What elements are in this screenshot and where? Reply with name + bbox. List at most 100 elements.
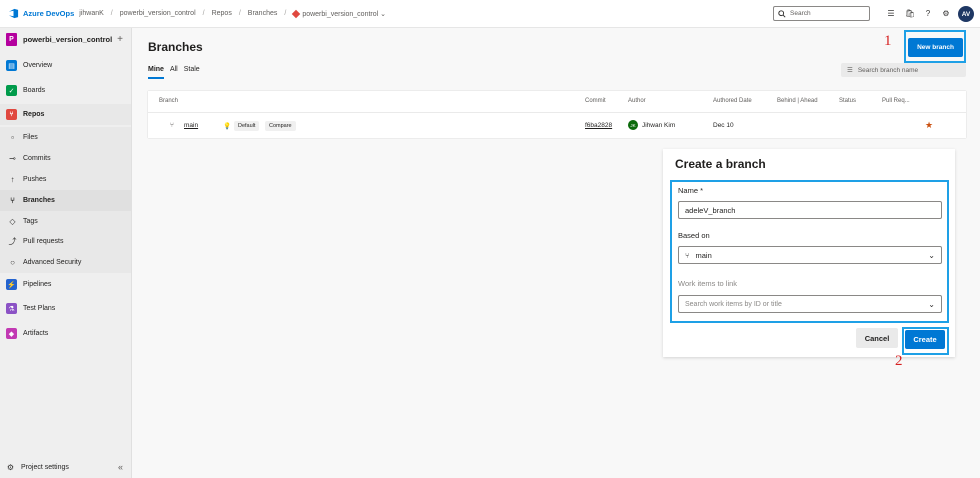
sidebar-item-label: Branches [23,197,55,204]
sidebar-item-tags[interactable]: ◇ Tags [0,211,131,232]
sidebar-item-label: Overview [23,62,53,69]
help-icon[interactable]: ? [923,8,933,18]
repo-icon [292,9,301,18]
dialog-title: Create a branch [675,157,766,171]
search-icon [778,9,786,18]
sidebar-item-branches[interactable]: ⑂ Branches [0,190,131,211]
project-name: powerbi_version_control [23,34,113,44]
org-link[interactable]: jihwanK [79,10,104,17]
sidebar-item-artifacts[interactable]: ◆ Artifacts [0,323,131,344]
branch-search-input[interactable]: ☰ Search branch name [841,63,966,77]
author-avatar: JK [628,120,638,130]
breadcrumb-branches[interactable]: Branches [248,10,278,17]
cancel-button[interactable]: Cancel [856,328,898,348]
based-on-value: main [695,250,712,260]
create-button[interactable]: Create [905,330,945,349]
annotation-step-1: 1 [884,33,892,49]
compare-tag[interactable]: Compare [265,121,296,131]
sidebar-item-test-plans[interactable]: ⚗ Test Plans [0,298,131,319]
commit-link[interactable]: f6ba2828 [585,122,612,129]
sidebar-item-advanced-security[interactable]: ○ Advanced Security [0,252,131,273]
work-items-label: Work items to link [678,279,738,288]
repo-selector[interactable]: powerbi_version_control ⌄ [292,9,386,18]
work-items-placeholder: Search work items by ID or title [685,300,782,308]
sidebar-item-label: Pipelines [23,281,52,288]
task-list-icon[interactable]: ☰ [886,8,896,18]
project-settings[interactable]: ⚙ Project settings « [0,456,131,478]
artifacts-icon: ◆ [6,328,17,339]
sidebar-item-label: Boards [23,87,46,94]
sidebar-item-label: Repos [23,111,45,118]
sidebar-item-label: Files [23,134,38,141]
favorite-star-icon[interactable]: ★ [925,120,933,131]
breadcrumb-separator: / [238,10,241,17]
column-header[interactable]: Behind | Ahead [777,98,818,104]
chevron-down-icon: ⌄ [928,250,935,260]
file-icon: ▫ [11,133,14,142]
project-badge: P [6,32,17,46]
sidebar-item-label: Test Plans [23,305,56,312]
repos-icon: ⑂ [6,109,17,120]
sidebar-item-pull-requests[interactable]: ⤴ Pull requests [0,231,131,252]
branch-pivots: Mine All Stale [148,66,200,79]
author-name: Jihwan Kim [642,122,676,129]
annotation-step-2: 2 [895,353,903,369]
column-header[interactable]: Pull Req... [882,98,910,104]
repo-name: powerbi_version_control [302,10,379,18]
column-header[interactable]: Authored Date [713,98,752,104]
new-branch-button[interactable]: New branch [908,38,963,57]
sidebar-item-repos[interactable]: ⑂ Repos [0,104,131,125]
project-settings-label: Project settings [21,463,69,471]
based-on-label: Based on [678,231,710,240]
user-settings-icon[interactable]: ⚙ [941,8,951,18]
column-header[interactable]: Status [839,98,856,104]
tab-mine[interactable]: Mine [148,66,164,79]
breadcrumb-separator: / [202,10,205,17]
sidebar-item-label: Artifacts [23,330,49,337]
azure-devops-logo-icon[interactable] [8,8,19,19]
column-header[interactable]: Branch [159,98,178,104]
branch-name-link[interactable]: main [184,122,198,129]
work-items-select[interactable]: Search work items by ID or title ⌄ [678,295,942,313]
shopping-bag-icon[interactable]: 🛍 [905,8,915,18]
based-on-select[interactable]: ⑂ main ⌄ [678,246,942,264]
column-header[interactable]: Commit [585,98,606,104]
breadcrumb-separator: / [110,10,113,17]
sidebar-item-commits[interactable]: ⊸ Commits [0,148,131,169]
branches-table: Branch Commit Author Authored Date Behin… [148,91,966,138]
pull-request-icon: ⤴ [8,237,17,246]
breadcrumb-repos[interactable]: Repos [212,10,232,17]
authored-date: Dec 10 [713,122,734,129]
table-divider [148,112,966,113]
search-input[interactable]: Search [773,6,870,21]
tab-all[interactable]: All [170,66,178,79]
sidebar-item-boards[interactable]: ✓ Boards [0,80,131,101]
search-placeholder: Search [790,10,811,17]
page-title: Branches [148,40,203,54]
lightbulb-icon[interactable]: 💡 [223,122,231,130]
branch-name-field[interactable]: adeleV_branch [678,201,942,219]
sidebar-item-label: Pushes [23,176,47,183]
sidebar-item-overview[interactable]: ▤ Overview [0,55,131,76]
create-branch-dialog: Create a branch Name * adeleV_branch Bas… [663,149,955,357]
tab-stale[interactable]: Stale [184,66,200,79]
sidebar-item-label: Commits [23,155,51,162]
gear-icon: ⚙ [6,462,15,472]
brand-link[interactable]: Azure DevOps [23,9,74,18]
collapse-sidebar-icon[interactable]: « [118,462,123,472]
boards-icon: ✓ [6,85,17,96]
tag-icon: ◇ [9,217,16,226]
sidebar-item-pipelines[interactable]: ⚡ Pipelines [0,274,131,295]
branch-name-value: adeleV_branch [685,205,736,215]
sidebar-item-label: Advanced Security [23,259,82,266]
sidebar-item-pushes[interactable]: ↑ Pushes [0,169,131,190]
chevron-down-icon: ⌄ [928,299,935,309]
project-header[interactable]: P powerbi_version_control + [0,28,131,50]
breadcrumb-project[interactable]: powerbi_version_control [120,10,196,17]
commit-icon: ⊸ [9,154,16,163]
column-header[interactable]: Author [628,98,646,104]
add-icon[interactable]: + [117,34,123,45]
sidebar-item-files[interactable]: ▫ Files [0,127,131,148]
branch-icon: ⑂ [10,196,15,205]
avatar[interactable]: AV [958,6,974,22]
